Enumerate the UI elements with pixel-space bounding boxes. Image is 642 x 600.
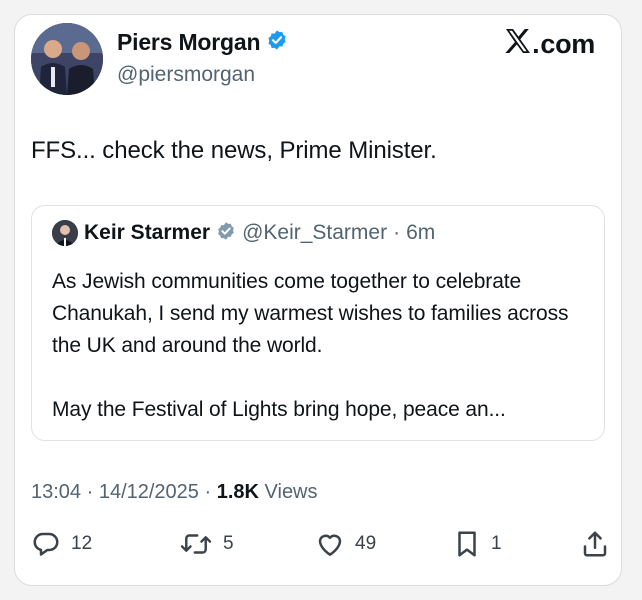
- author-name-row: Piers Morgan: [117, 29, 288, 56]
- quoted-tweet-text: As Jewish communities come together to c…: [52, 270, 569, 421]
- x-logo-icon: [505, 29, 531, 60]
- x-com-brand[interactable]: . com: [505, 29, 595, 60]
- share-button[interactable]: [581, 529, 609, 559]
- like-count: 49: [355, 533, 377, 554]
- share-icon: [581, 529, 609, 559]
- quoted-author-avatar[interactable]: [52, 220, 78, 246]
- author-handle[interactable]: @piersmorgan: [117, 63, 255, 87]
- quoted-time[interactable]: 6m: [406, 221, 435, 245]
- like-button[interactable]: 49: [315, 529, 376, 559]
- verified-badge-icon: [266, 29, 288, 56]
- like-icon: [315, 529, 345, 559]
- quoted-tweet-header: Keir Starmer @Keir_Starmer · 6m: [52, 220, 435, 246]
- author-avatar[interactable]: [31, 23, 103, 95]
- author-name[interactable]: Piers Morgan: [117, 29, 261, 56]
- brand-label: com: [540, 29, 595, 59]
- bookmark-icon: [453, 529, 481, 559]
- views-count: 1.8K: [216, 481, 259, 503]
- quoted-author-name[interactable]: Keir Starmer: [84, 221, 210, 245]
- header-separator: ·: [393, 221, 401, 244]
- quoted-author-handle[interactable]: @Keir_Starmer: [242, 221, 387, 245]
- repost-button[interactable]: 5: [179, 529, 234, 559]
- reply-count: 12: [71, 533, 93, 554]
- bookmark-count: 1: [491, 533, 502, 554]
- action-bar: 12 5 49 1: [31, 529, 607, 565]
- reply-button[interactable]: 12: [31, 529, 92, 559]
- tweet-timestamp[interactable]: 13:04 · 14/12/2025: [31, 481, 199, 503]
- tweet-card: Piers Morgan @piersmorgan . com FFS... ch…: [14, 14, 622, 586]
- tweet-text: FFS... check the news, Prime Minister.: [31, 137, 437, 164]
- verified-badge-icon: [216, 221, 236, 246]
- quoted-tweet[interactable]: Keir Starmer @Keir_Starmer · 6m As Jewis…: [31, 205, 605, 441]
- reply-icon: [31, 529, 61, 559]
- repost-icon: [179, 529, 213, 559]
- bookmark-button[interactable]: 1: [453, 529, 502, 559]
- repost-count: 5: [223, 533, 234, 554]
- tweet-meta: 13:04 · 14/12/2025 · 1.8K Views: [31, 481, 318, 503]
- views-label: Views: [264, 481, 318, 503]
